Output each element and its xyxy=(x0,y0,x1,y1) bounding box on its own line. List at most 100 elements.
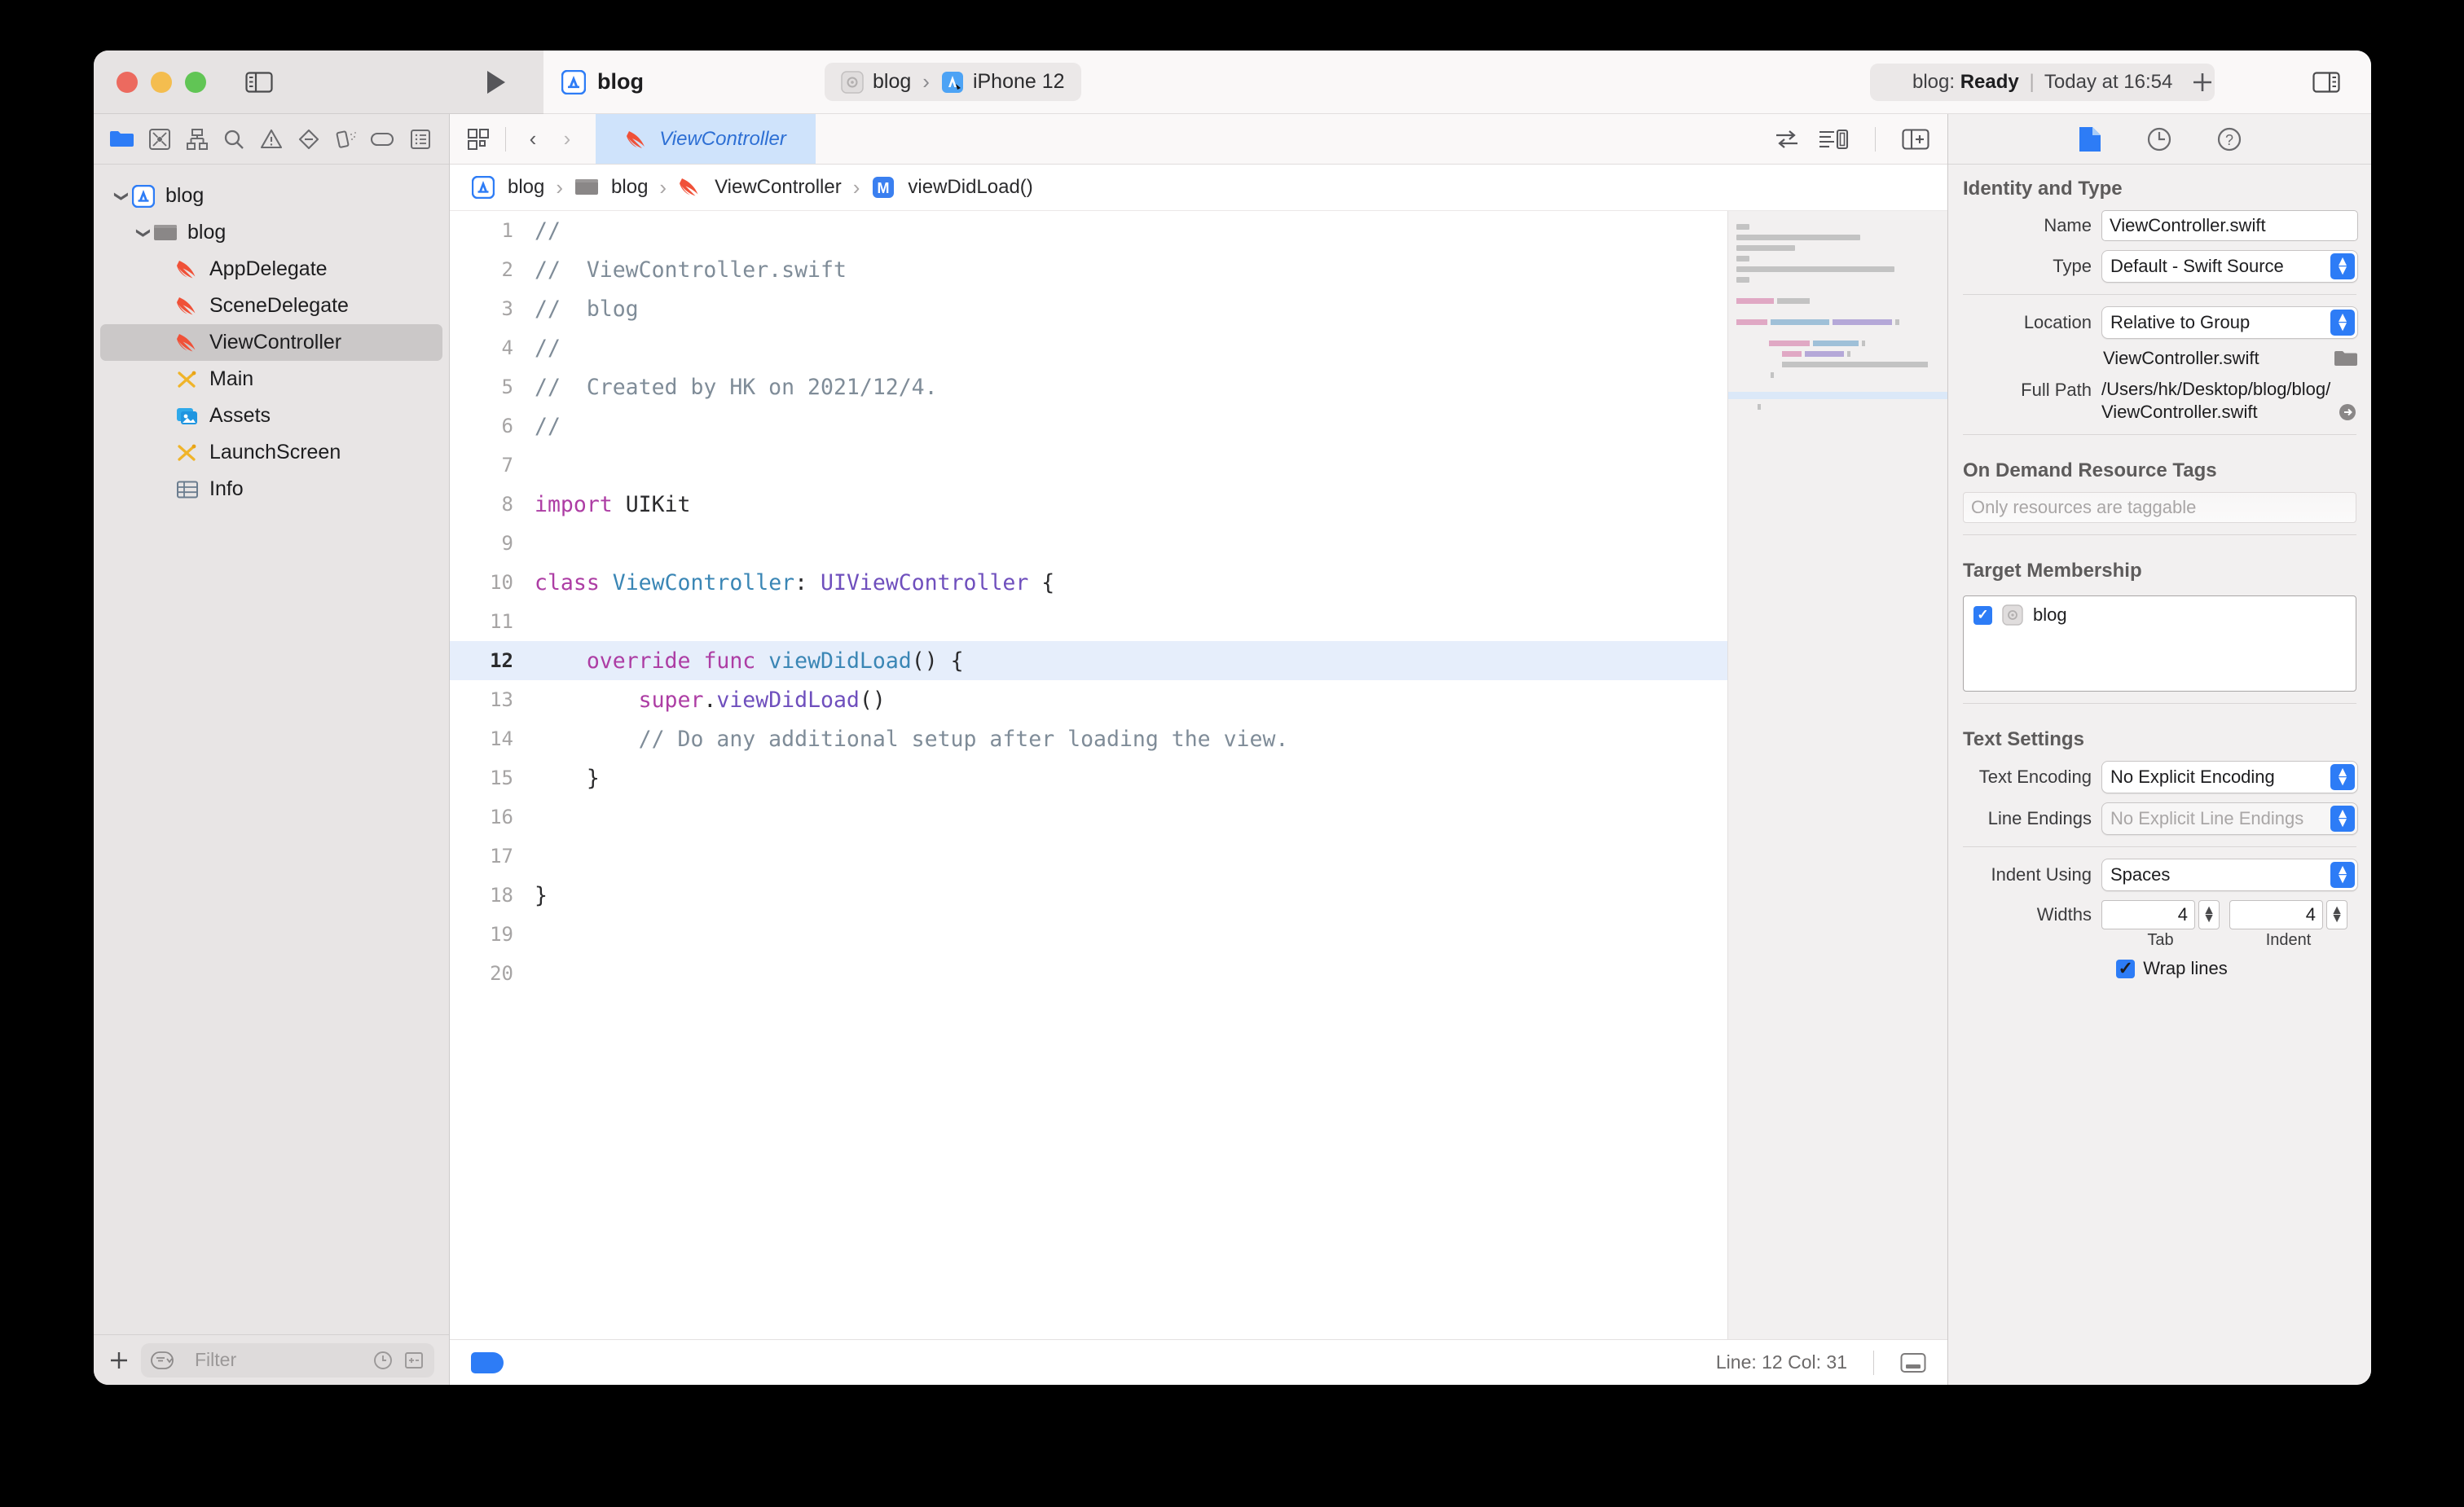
navigate-forward-button[interactable]: › xyxy=(552,124,583,155)
sidebar-item-label: SceneDelegate xyxy=(209,294,349,317)
code-line[interactable]: 14 // Do any additional setup after load… xyxy=(450,719,1727,758)
filter-menu-icon[interactable] xyxy=(151,1351,185,1370)
code-line[interactable]: 5 // Created by HK on 2021/12/4. xyxy=(450,367,1727,406)
breadcrumb-item[interactable]: viewDidLoad() xyxy=(908,176,1032,199)
report-icon[interactable] xyxy=(407,125,434,153)
code-line[interactable]: 20 xyxy=(450,954,1727,993)
filter-input[interactable]: Filter xyxy=(141,1342,434,1377)
quick-help-icon[interactable]: ? xyxy=(2216,126,2242,152)
indent-using-popup[interactable]: Spaces ▲ ▼ xyxy=(2101,859,2358,891)
sidebar-item-viewcontroller[interactable]: ViewController xyxy=(100,324,442,361)
code-line[interactable]: 11 xyxy=(450,602,1727,641)
add-file-button[interactable] xyxy=(108,1350,130,1371)
tag-icon[interactable] xyxy=(369,125,397,153)
related-items-button[interactable] xyxy=(463,124,494,155)
warning-icon[interactable] xyxy=(257,125,285,153)
code-line[interactable]: 3 // blog xyxy=(450,289,1727,328)
zoom-button[interactable] xyxy=(185,71,206,93)
code-line[interactable]: 13 super.viewDidLoad() xyxy=(450,680,1727,719)
toggle-debug-area-icon[interactable] xyxy=(1900,1352,1926,1373)
disclosure-chevron-down-icon[interactable]: ❯ xyxy=(134,223,153,243)
code-line[interactable]: 10 class ViewController: UIViewController… xyxy=(450,563,1727,602)
source-code[interactable]: 1 // 2 // ViewController.swift 3 // blog 4 // 5 /… xyxy=(450,211,1727,1339)
add-editor-split-icon[interactable] xyxy=(1902,128,1929,151)
toggle-navigator-button[interactable] xyxy=(245,71,273,94)
encoding-popup[interactable]: No Explicit Encoding ▲ ▼ xyxy=(2101,761,2358,793)
scheme-destination-selector[interactable]: blog › iPhone 12 xyxy=(825,63,1081,101)
name-input[interactable]: ViewController.swift xyxy=(2101,210,2358,241)
code-line[interactable]: 19 xyxy=(450,915,1727,954)
breadcrumb-item[interactable]: blog xyxy=(611,176,648,199)
code-token: // xyxy=(535,217,561,244)
hierarchy-icon[interactable] xyxy=(183,125,211,153)
issue-indicator[interactable] xyxy=(471,1351,504,1373)
minimize-button[interactable] xyxy=(151,71,172,93)
line-number: 4 xyxy=(501,336,513,359)
breadcrumb[interactable]: blog › blog › ViewController › MviewDidLoad() xyxy=(450,165,1947,211)
disclosure-chevron-down-icon[interactable]: ❯ xyxy=(112,187,131,206)
history-inspector-icon[interactable] xyxy=(2146,126,2172,152)
sidebar-item-blog[interactable]: ❯ blog xyxy=(100,178,442,214)
test-icon[interactable] xyxy=(332,125,360,153)
wrap-lines-checkbox[interactable]: ✓ xyxy=(2116,958,2136,978)
code-line[interactable]: 12 override func viewDidLoad() { xyxy=(450,641,1727,680)
minimap-toggle-icon[interactable] xyxy=(1818,128,1849,151)
add-editor-button[interactable] xyxy=(2190,70,2215,94)
code-line[interactable]: 17 xyxy=(450,837,1727,876)
tab-viewcontroller[interactable]: ViewController xyxy=(596,114,816,164)
source-control-icon[interactable] xyxy=(146,125,174,153)
code-line[interactable]: 1 // xyxy=(450,211,1727,250)
code-line[interactable]: 4 // xyxy=(450,328,1727,367)
sidebar-item-blog[interactable]: ❯ blog xyxy=(100,214,442,251)
location-popup[interactable]: Relative to Group ▲ ▼ xyxy=(2101,306,2358,339)
folder-icon[interactable] xyxy=(108,125,136,153)
indent-width-stepper[interactable]: ▲ ▼ xyxy=(2326,900,2347,929)
target-membership-list[interactable]: ✓ blog xyxy=(1963,595,2356,692)
close-button[interactable] xyxy=(117,71,138,93)
code-line[interactable]: 15 } xyxy=(450,758,1727,797)
breadcrumb-separator-icon: › xyxy=(852,174,860,200)
choose-folder-icon[interactable] xyxy=(2334,349,2358,368)
breadcrumb-item[interactable]: blog xyxy=(508,176,544,199)
tab-width-input[interactable]: 4 xyxy=(2101,900,2195,929)
sidebar-item-info[interactable]: Info xyxy=(100,471,442,507)
code-minimap[interactable] xyxy=(1727,211,1947,1339)
odr-input[interactable]: Only resources are taggable xyxy=(1963,492,2356,523)
activity-status[interactable]: blog: Ready | Today at 16:54 xyxy=(1870,63,2215,101)
file-inspector-icon[interactable] xyxy=(2078,125,2102,153)
line-endings-popup[interactable]: No Explicit Line Endings ▲ ▼ xyxy=(2101,802,2358,835)
recent-files-icon[interactable] xyxy=(372,1350,394,1371)
code-line[interactable]: 9 xyxy=(450,524,1727,563)
compare-versions-icon[interactable] xyxy=(1774,129,1800,150)
tab-width-stepper[interactable]: ▲ ▼ xyxy=(2198,900,2220,929)
sidebar-item-appdelegate[interactable]: AppDelegate xyxy=(100,251,442,288)
code-line[interactable]: 2 // ViewController.swift xyxy=(450,250,1727,289)
line-number: 11 xyxy=(490,610,513,633)
wrap-lines-row[interactable]: ✓ Wrap lines xyxy=(1961,958,2358,979)
reveal-in-finder-icon[interactable] xyxy=(2337,402,2358,423)
sidebar-item-main[interactable]: Main xyxy=(100,361,442,398)
target-row[interactable]: ✓ blog xyxy=(1973,604,2346,626)
code-line[interactable]: 16 xyxy=(450,797,1727,837)
source-control-filter-icon[interactable] xyxy=(403,1350,425,1371)
toggle-inspector-button[interactable] xyxy=(2312,71,2340,94)
traffic-lights xyxy=(117,71,206,93)
breakpoint-icon[interactable] xyxy=(295,125,323,153)
code-line[interactable]: 7 xyxy=(450,446,1727,485)
run-button[interactable] xyxy=(485,69,508,95)
search-icon[interactable] xyxy=(220,125,248,153)
sidebar-item-assets[interactable]: Assets xyxy=(100,398,442,434)
type-popup[interactable]: Default - Swift Source ▲ ▼ xyxy=(2101,250,2358,283)
sidebar-item-scenedelegate[interactable]: SceneDelegate xyxy=(100,288,442,324)
target-checkbox[interactable]: ✓ xyxy=(1973,605,1992,625)
code-line[interactable]: 6 // xyxy=(450,406,1727,446)
divider xyxy=(1963,534,2356,535)
code-line[interactable]: 8 import UIKit xyxy=(450,485,1727,524)
indent-width-input[interactable]: 4 xyxy=(2229,900,2323,929)
breadcrumb-item[interactable]: ViewController xyxy=(715,176,842,199)
code-line[interactable]: 18} xyxy=(450,876,1727,915)
navigate-back-button[interactable]: ‹ xyxy=(517,124,548,155)
code-text: // xyxy=(535,414,561,439)
project-navigator-tree[interactable]: ❯ blog ❯ blog AppDelegate SceneDelegate ViewCo… xyxy=(94,165,449,1334)
sidebar-item-launchscreen[interactable]: LaunchScreen xyxy=(100,434,442,471)
